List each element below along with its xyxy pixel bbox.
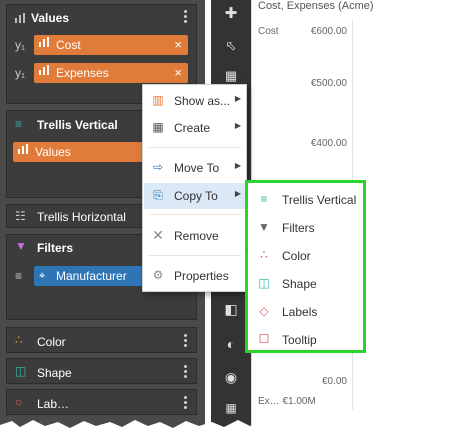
submenu-item-label: Trellis Vertical bbox=[282, 193, 357, 207]
remove-expenses-icon[interactable]: × bbox=[174, 63, 182, 83]
values-field-pill[interactable]: Values bbox=[13, 142, 143, 162]
menu-item-move-to[interactable]: ⇨ Move To ▶ bbox=[144, 155, 246, 181]
context-menu: ▥ Show as... ▶ ▦ Create ▶ ⇨ Move To ▶ ⎘ … bbox=[142, 84, 247, 292]
move-tool-icon[interactable]: ✚ bbox=[221, 4, 241, 24]
menu-item-label: Move To bbox=[174, 161, 220, 175]
cost-field-pill[interactable]: Cost × bbox=[34, 35, 188, 55]
menu-item-label: Show as... bbox=[174, 94, 231, 108]
submenu-item-filters[interactable]: ▼ Filters bbox=[251, 214, 363, 240]
color-icon: ∴ bbox=[260, 248, 268, 262]
chevron-right-icon: ▶ bbox=[234, 121, 241, 130]
grid-icon: ⌖ bbox=[39, 270, 46, 282]
submenu-item-label: Color bbox=[282, 249, 311, 263]
globe-tool-icon[interactable]: ◉ bbox=[221, 367, 241, 387]
select-tool-icon[interactable]: ⬁ bbox=[221, 36, 241, 56]
torn-edge-right bbox=[437, 0, 455, 437]
move-to-icon: ⇨ bbox=[152, 160, 164, 174]
y-tick-label: €0.00 bbox=[321, 376, 347, 387]
values-menu-icon[interactable] bbox=[184, 10, 188, 25]
submenu-item-label: Filters bbox=[282, 221, 315, 235]
values-title: Values bbox=[31, 11, 70, 25]
trellis-horizontal-icon: ☷ bbox=[15, 209, 26, 223]
submenu-item-label: Tooltip bbox=[282, 333, 317, 347]
submenu-item-color[interactable]: ∴ Color bbox=[251, 242, 363, 268]
shape-icon: ◫ bbox=[15, 364, 27, 378]
menu-item-show-as[interactable]: ▥ Show as... ▶ bbox=[144, 88, 246, 114]
menu-item-label: Create bbox=[174, 121, 211, 135]
tooltip-icon: ☐ bbox=[258, 332, 270, 346]
submenu-item-labels[interactable]: ◇ Labels bbox=[251, 298, 363, 324]
chevron-right-icon: ▶ bbox=[234, 94, 241, 103]
table-tool-icon[interactable]: ▦ bbox=[221, 66, 241, 86]
torn-edge-bottom bbox=[0, 420, 455, 437]
submenu-item-trellis-vertical[interactable]: ≡ Trellis Vertical bbox=[251, 186, 363, 212]
list-icon: ≡ bbox=[15, 269, 23, 283]
submenu-item-label: Labels bbox=[282, 305, 318, 319]
filter-icon: ▼ bbox=[258, 220, 270, 234]
filters-title: Filters bbox=[37, 241, 74, 255]
copy-to-submenu: ≡ Trellis Vertical ▼ Filters ∴ Color ◫ S… bbox=[245, 180, 366, 353]
remove-cost-icon[interactable]: × bbox=[174, 35, 182, 55]
bar-chart-icon bbox=[15, 12, 26, 26]
trellis-horizontal-title: Trellis Horizontal bbox=[37, 210, 126, 224]
chart-title: Cost, Expenses (Acme) bbox=[258, 0, 374, 12]
filter-icon: ▼ bbox=[15, 239, 27, 253]
menu-separator bbox=[149, 147, 241, 148]
copy-to-icon: ⎘ bbox=[153, 188, 163, 202]
submenu-item-tooltip[interactable]: ☐ Tooltip bbox=[251, 326, 363, 352]
bar-chart-icon bbox=[39, 63, 50, 83]
trellis-vertical-icon: ≡ bbox=[15, 117, 23, 131]
menu-item-remove[interactable]: ✕ Remove bbox=[144, 223, 246, 249]
expenses-field-pill[interactable]: Expenses × bbox=[34, 63, 188, 83]
manufacturer-field-label: Manufacturer bbox=[56, 269, 127, 283]
submenu-item-label: Shape bbox=[282, 277, 317, 291]
trellis-vertical-icon: ≡ bbox=[260, 192, 268, 206]
shape-icon: ◫ bbox=[258, 276, 270, 290]
gauge-tool-icon[interactable]: ◐ bbox=[221, 334, 241, 354]
chevron-right-icon: ▶ bbox=[234, 189, 241, 198]
bar-chart-icon bbox=[39, 35, 50, 55]
menu-item-label: Remove bbox=[174, 229, 219, 243]
color-section: ∴ Color bbox=[6, 327, 197, 353]
y-tick-label: €500.00 bbox=[310, 78, 347, 89]
remove-icon: ✕ bbox=[152, 227, 164, 243]
y-axis-label-2: y₁ bbox=[15, 66, 26, 80]
bar-chart-icon bbox=[18, 142, 29, 162]
chevron-right-icon: ▶ bbox=[234, 161, 241, 170]
values-field-label: Values bbox=[35, 145, 71, 159]
menu-item-label: Copy To bbox=[174, 189, 218, 203]
menu-item-label: Properties bbox=[174, 269, 229, 283]
menu-item-copy-to[interactable]: ⎘ Copy To ▶ bbox=[144, 183, 246, 209]
app-window: Values y₁ Cost × y₁ Expenses × ≡ Trellis… bbox=[0, 0, 455, 437]
labels-icon: ◇ bbox=[259, 304, 269, 318]
menu-item-create[interactable]: ▦ Create ▶ bbox=[144, 115, 246, 141]
color-icon: ∴ bbox=[15, 333, 23, 347]
submenu-item-shape[interactable]: ◫ Shape bbox=[251, 270, 363, 296]
layout-tool-icon[interactable]: ◧ bbox=[221, 299, 241, 319]
menu-item-properties[interactable]: ⚙ Properties bbox=[144, 263, 246, 289]
shape-title: Shape bbox=[37, 366, 72, 380]
trellis-vertical-title: Trellis Vertical bbox=[37, 118, 118, 132]
shape-section: ◫ Shape bbox=[6, 358, 197, 384]
color-menu-icon[interactable] bbox=[184, 334, 188, 349]
x-axis-footer: Ex… €1.00M bbox=[258, 396, 316, 407]
y-tick-label: €400.00 bbox=[310, 138, 347, 149]
y-axis-label-1: y₁ bbox=[15, 38, 26, 52]
show-as-icon: ▥ bbox=[152, 93, 164, 107]
properties-icon: ⚙ bbox=[152, 268, 164, 282]
cost-field-label: Cost bbox=[56, 38, 81, 52]
expenses-field-label: Expenses bbox=[56, 66, 109, 80]
shape-menu-icon[interactable] bbox=[184, 365, 188, 380]
menu-separator bbox=[149, 255, 241, 256]
series-label: Cost bbox=[258, 26, 279, 37]
manufacturer-field-pill[interactable]: ⌖ Manufacturer bbox=[34, 266, 152, 286]
menu-separator bbox=[149, 214, 241, 215]
y-tick-label: €600.00 bbox=[310, 26, 347, 37]
create-icon: ▦ bbox=[152, 120, 164, 134]
color-title: Color bbox=[37, 335, 66, 349]
